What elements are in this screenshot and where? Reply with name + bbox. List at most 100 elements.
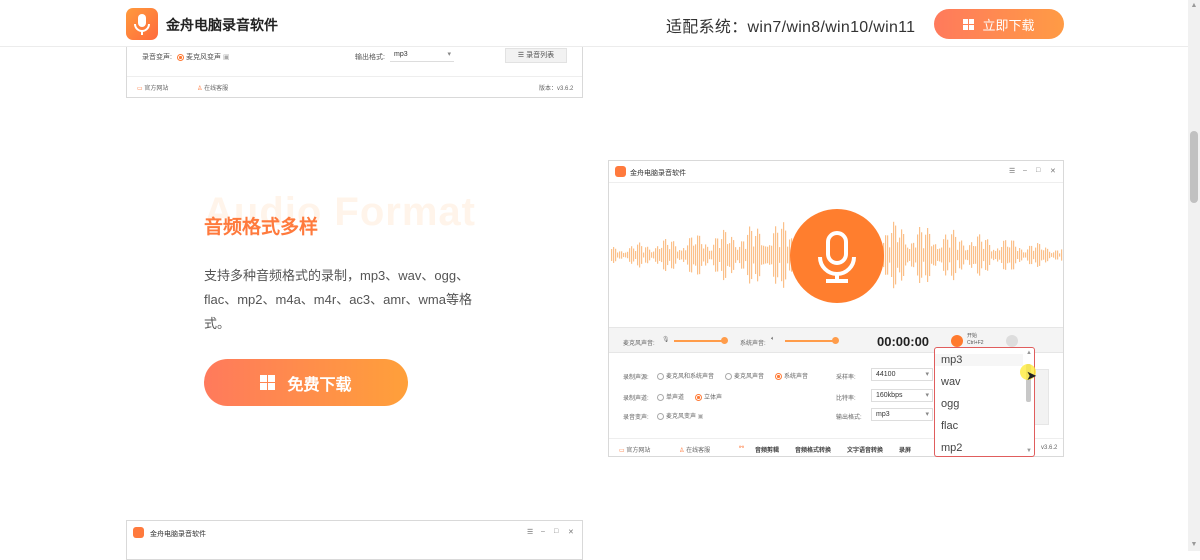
system-volume-label: 系统声音:	[740, 341, 766, 347]
voice-change-label: 录音变声:	[142, 54, 172, 61]
dropdown-scroll-down-icon[interactable]: ▼	[1026, 448, 1032, 454]
channel-label: 录制声道:	[623, 396, 649, 402]
record-list-button[interactable]: ☰ 录音列表	[505, 48, 567, 63]
bitrate-select[interactable]: 160kbps	[871, 389, 933, 402]
windows-icon	[260, 375, 276, 390]
menu-icon[interactable]: ☰	[527, 528, 533, 536]
maximize-icon[interactable]: □	[554, 528, 558, 535]
free-download-label: 免费下载	[287, 376, 352, 394]
start-shortcut: Ctrl+F2	[967, 340, 984, 346]
sample-rate-label: 采样率:	[836, 375, 856, 381]
official-site-label: 官方网站	[144, 86, 169, 92]
source-option-system-label: 系统声音	[784, 374, 809, 380]
format-option-ogg[interactable]: ogg	[941, 398, 959, 410]
version-text: 版本：v3.6.2	[539, 86, 574, 92]
footer-official-site[interactable]: ▭ 官方网站	[619, 445, 650, 454]
app-title: 金舟电脑录音软件	[630, 170, 686, 177]
download-now-label: 立即下载	[982, 17, 1035, 33]
app-logo-icon	[133, 527, 144, 538]
output-format-label: 输出格式:	[836, 415, 862, 421]
list-icon: ☰	[517, 52, 525, 59]
mic-volume-label: 麦克风声音:	[623, 341, 655, 347]
stop-icon[interactable]	[1006, 335, 1018, 347]
footer-format-convert[interactable]: 音频格式转换	[795, 445, 831, 454]
app-logo[interactable]	[126, 8, 158, 40]
menu-icon[interactable]: ☰	[1009, 167, 1015, 175]
output-format-label: 输出格式:	[355, 54, 385, 61]
source-option-mic[interactable]: 麦克风声音	[725, 371, 764, 380]
voice-change-option[interactable]: 麦克风变声 ▣	[657, 411, 703, 420]
close-icon[interactable]: ✕	[1050, 167, 1056, 175]
page-scrollbar[interactable]	[1188, 0, 1200, 551]
divider	[127, 76, 582, 77]
output-format-select[interactable]: mp3	[390, 49, 454, 62]
channel-option-stereo-label: 立体声	[704, 395, 723, 401]
microphone-icon	[818, 231, 856, 283]
dropdown-scroll-up-icon[interactable]: ▲	[1026, 350, 1032, 356]
minimize-icon[interactable]: –	[1023, 167, 1027, 174]
format-option-wav[interactable]: wav	[941, 376, 961, 388]
record-mic-button[interactable]	[790, 209, 884, 303]
footer-text-to-speech[interactable]: 文字语音转换	[847, 445, 883, 454]
format-dropdown[interactable]: mp3 wav ogg flac mp2 ▲ ▼	[934, 347, 1035, 457]
windows-icon	[963, 18, 975, 30]
page-scroll-thumb[interactable]	[1190, 131, 1198, 203]
record-timer: 00:00:00	[877, 334, 930, 349]
footer-screen-record[interactable]: 录屏	[899, 445, 911, 454]
mic-icon: 🎙︎	[662, 337, 670, 343]
format-option-mp3[interactable]: mp3	[935, 354, 1023, 366]
scroll-up-icon[interactable]: ▲	[1190, 2, 1198, 10]
maximize-icon[interactable]: □	[1036, 167, 1040, 174]
speaker-icon: 🔈︎	[771, 336, 775, 342]
format-option-mp2[interactable]: mp2	[941, 442, 962, 454]
minimize-icon[interactable]: –	[541, 528, 545, 535]
official-site-link[interactable]: ▭ 官方网站	[137, 83, 168, 92]
waveform-area	[609, 183, 1063, 327]
source-label: 录制声源:	[623, 375, 649, 381]
format-option-flac[interactable]: flac	[941, 420, 958, 432]
top-bar: 金舟电脑录音软件 适配系统：win7/win8/win10/win11 立即下载	[0, 0, 1188, 47]
output-format-select[interactable]: mp3	[871, 408, 933, 421]
download-now-button[interactable]: 立即下载	[934, 9, 1064, 39]
start-button-text[interactable]: 开始 Ctrl+F2	[967, 333, 984, 347]
start-label: 开始	[967, 333, 978, 339]
online-support-label: 在线客服	[204, 86, 229, 92]
footer-official-site-label: 官方网站	[626, 448, 651, 454]
footer-online-support[interactable]: ♙ 在线客服	[679, 445, 710, 454]
sample-rate-select[interactable]: 44100	[871, 368, 933, 381]
microphone-icon	[134, 14, 150, 35]
support-icon: ♙	[197, 86, 203, 92]
source-option-mic-label: 麦克风声音	[734, 374, 765, 380]
source-option-both[interactable]: 麦克风和系统声音	[657, 371, 714, 380]
mic-volume-slider[interactable]	[674, 340, 724, 342]
free-download-button[interactable]: 免费下载	[204, 359, 408, 406]
source-option-system[interactable]: 系统声音	[775, 371, 808, 380]
link-icon: ⚯	[739, 445, 745, 451]
channel-option-mono-label: 单声道	[666, 395, 685, 401]
channel-option-mono[interactable]: 单声道	[657, 392, 684, 401]
top-screenshot: 录音变声: 麦克风变声 ▣ 输出格式: mp3 ☰ 录音列表 ▭ 官方网站 ♙ …	[126, 40, 583, 98]
monitor-icon: ▭	[619, 448, 625, 454]
bottom-app-title: 金舟电脑录音软件	[150, 531, 206, 538]
online-support-link[interactable]: ♙ 在线客服	[197, 83, 228, 92]
voice-change-option-label: 麦克风变声	[666, 414, 697, 420]
brand-name[interactable]: 金舟电脑录音软件	[166, 15, 278, 35]
app-version: v3.6.2	[1041, 445, 1058, 451]
channel-option-stereo[interactable]: 立体声	[695, 392, 722, 401]
voice-change-option[interactable]: 麦克风变声 ▣	[177, 52, 230, 62]
close-icon[interactable]: ✕	[568, 528, 574, 536]
scroll-down-icon[interactable]: ▼	[1190, 541, 1198, 549]
bitrate-label: 比特率:	[836, 396, 856, 402]
system-volume-slider[interactable]	[785, 340, 835, 342]
bottom-screenshot: 金舟电脑录音软件 ☰ – □ ✕	[126, 520, 583, 560]
monitor-icon: ▭	[137, 86, 143, 92]
system-volume-handle[interactable]	[832, 337, 839, 344]
start-icon[interactable]	[951, 335, 963, 347]
voice-change-value: 麦克风变声	[186, 54, 221, 61]
source-option-both-label: 麦克风和系统声音	[666, 374, 715, 380]
mic-volume-handle[interactable]	[721, 337, 728, 344]
feature-description: 支持多种音频格式的录制，mp3、wav、ogg、flac、mp2、m4a、m4r…	[204, 268, 472, 331]
system-compat: 适配系统：win7/win8/win10/win11	[666, 19, 916, 36]
voice-change-label: 录音变声:	[623, 415, 649, 421]
footer-audio-cut[interactable]: 音频剪辑	[755, 445, 779, 454]
